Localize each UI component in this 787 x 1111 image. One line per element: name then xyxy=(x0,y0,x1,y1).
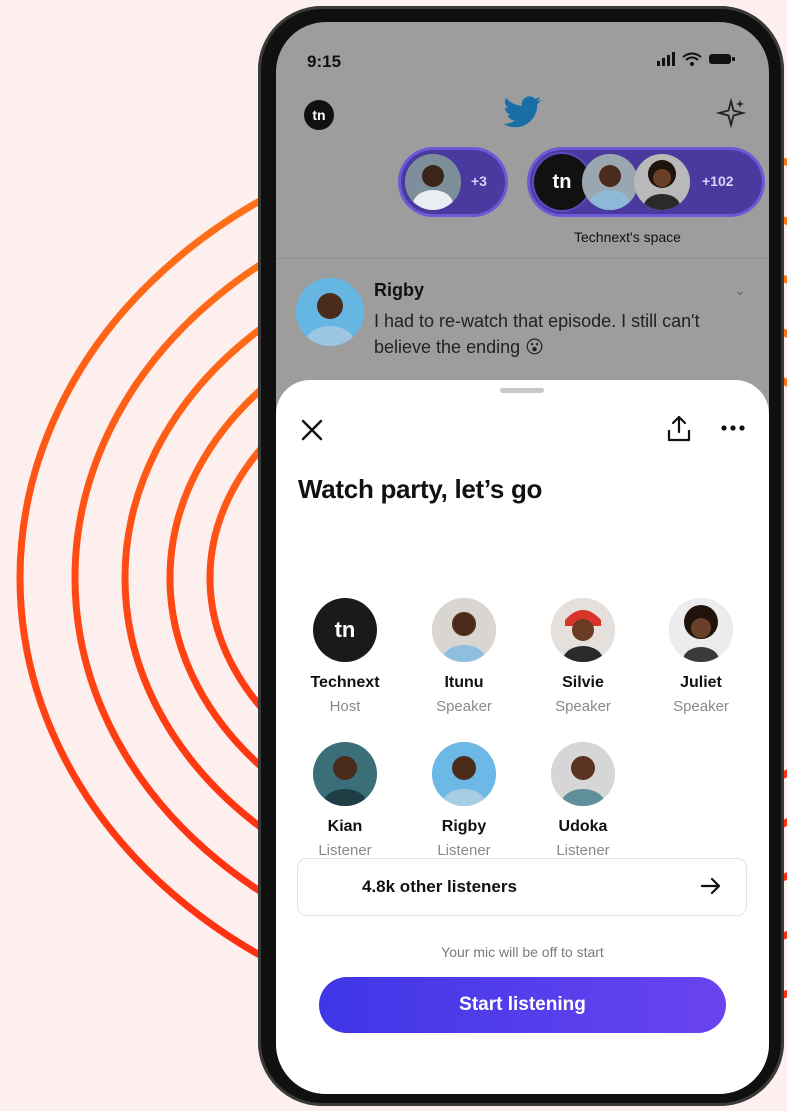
participant-role: Listener xyxy=(318,842,372,859)
close-icon[interactable] xyxy=(298,416,326,444)
participant-silvie[interactable]: Silvie Speaker xyxy=(528,598,638,715)
arrow-right-icon xyxy=(700,877,721,895)
participant-name: Itunu xyxy=(444,674,484,691)
space-listener-count: +3 xyxy=(471,173,487,189)
participant-udoka[interactable]: Udoka Listener xyxy=(528,742,638,859)
battery-icon xyxy=(709,54,735,64)
participant-role: Listener xyxy=(437,842,491,859)
divider xyxy=(276,258,769,259)
share-icon[interactable] xyxy=(665,414,693,444)
participant-kian[interactable]: Kian Listener xyxy=(290,742,400,859)
space-speaker-avatar xyxy=(582,154,638,210)
more-icon[interactable] xyxy=(718,416,748,440)
signal-icon xyxy=(657,52,675,66)
tweet-author-name[interactable]: Rigby xyxy=(374,280,424,301)
tweet-text: I had to re-watch that episode. I still … xyxy=(374,311,700,357)
status-time: 9:15 xyxy=(307,52,342,71)
avatar xyxy=(432,742,496,806)
participant-role: Speaker xyxy=(436,698,492,715)
space-pill-technext[interactable]: tn +102 xyxy=(530,150,762,214)
avatar xyxy=(551,598,615,662)
participant-role: Speaker xyxy=(555,698,611,715)
technext-logo: tn xyxy=(313,598,377,662)
participant-juliet[interactable]: Juliet Speaker xyxy=(646,598,756,715)
twitter-bird-icon xyxy=(503,96,541,128)
avatar xyxy=(551,742,615,806)
start-listening-button[interactable]: Start listening xyxy=(319,977,726,1033)
space-host-avatar xyxy=(405,154,461,210)
participant-name: Kian xyxy=(327,818,363,835)
participant-technext[interactable]: tn Technext Host xyxy=(290,598,400,715)
tweet-avatar[interactable] xyxy=(296,278,364,346)
phone-screen: 9:15 tn +3 tn +102 Technext's space Rigb… xyxy=(276,22,769,1094)
mic-note: Your mic will be off to start xyxy=(441,944,604,960)
avatar xyxy=(669,598,733,662)
space-speaker-avatar xyxy=(634,154,690,210)
space-bottom-sheet: Watch party, let’s go tn Technext Host I… xyxy=(276,380,769,1094)
other-listeners-row[interactable]: 4.8k other listeners xyxy=(297,858,747,916)
emoji-icon: 😮 xyxy=(525,337,544,357)
sparkle-icon[interactable] xyxy=(716,98,746,128)
participant-rigby[interactable]: Rigby Listener xyxy=(409,742,519,859)
profile-logo[interactable]: tn xyxy=(304,100,334,130)
space-pill-small[interactable]: +3 xyxy=(401,150,505,214)
chevron-down-icon[interactable]: ⌄ xyxy=(734,282,746,299)
space-label: Technext's space xyxy=(574,229,681,245)
participant-name: Silvie xyxy=(562,674,604,691)
space-title: Watch party, let’s go xyxy=(298,474,543,504)
participant-role: Listener xyxy=(556,842,610,859)
other-listeners-text: 4.8k other listeners xyxy=(362,877,517,896)
participant-itunu[interactable]: Itunu Speaker xyxy=(409,598,519,715)
avatar xyxy=(432,598,496,662)
wifi-icon xyxy=(682,52,702,66)
participant-name: Udoka xyxy=(558,818,608,835)
status-icons xyxy=(656,52,736,66)
participant-name: Rigby xyxy=(441,818,487,835)
avatar xyxy=(313,742,377,806)
participant-role: Host xyxy=(329,698,361,715)
participant-role: Speaker xyxy=(673,698,729,715)
participant-name: Juliet xyxy=(680,674,722,691)
participant-name: Technext xyxy=(310,674,380,691)
space-listener-count: +102 xyxy=(702,173,734,189)
sheet-grabber[interactable] xyxy=(500,388,544,393)
